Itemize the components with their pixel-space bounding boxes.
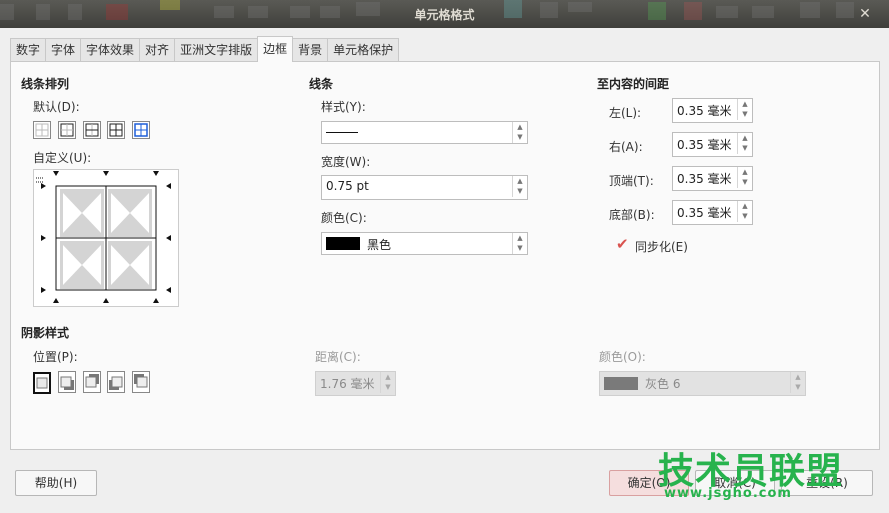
line-color-select-arrows[interactable]: ▲ ▼: [512, 233, 527, 254]
padding-bottom-field[interactable]: 0.35 毫米 ▲ ▼: [672, 200, 753, 225]
line-width-spinner[interactable]: ▲ ▼: [512, 176, 527, 197]
padding-right-field[interactable]: 0.35 毫米 ▲ ▼: [672, 132, 753, 157]
padding-left-field[interactable]: 0.35 毫米 ▲ ▼: [672, 98, 753, 123]
cancel-button[interactable]: 取消(C): [695, 470, 775, 496]
border-preview[interactable]: [33, 169, 179, 307]
padding-bottom-value: 0.35 毫米: [677, 206, 732, 220]
tab-borders[interactable]: 边框: [257, 36, 294, 62]
shadow-position-group: [33, 371, 153, 395]
shadow-distance-value: 1.76 毫米: [320, 377, 375, 391]
border-none-icon: [35, 123, 49, 137]
help-button[interactable]: 帮助(H): [15, 470, 97, 496]
shadow-top-right-button[interactable]: [82, 371, 101, 393]
line-title: 线条: [309, 77, 334, 91]
ok-button[interactable]: 确定(O): [609, 470, 689, 496]
shadow-bottom-left-icon: [109, 376, 123, 390]
preset-outer-button[interactable]: [57, 121, 76, 139]
padding-top-label: 顶端(T):: [609, 174, 654, 188]
line-width-value: 0.75 pt: [326, 179, 369, 193]
shadow-bottom-left-button[interactable]: [107, 371, 126, 393]
shadow-top-left-icon: [134, 374, 148, 388]
tab-bar: 数字 字体 字体效果 对齐 亚洲文字排版 边框 背景 单元格保护: [10, 36, 400, 62]
dialog-title: 单元格格式: [414, 8, 475, 22]
sync-label: 同步化(E): [635, 240, 688, 254]
tab-number[interactable]: 数字: [10, 38, 47, 61]
line-color-swatch: [326, 237, 360, 250]
line-arrangement-title: 线条排列: [21, 77, 70, 91]
line-style-select[interactable]: ▲ ▼: [321, 121, 528, 144]
default-label: 默认(D):: [33, 100, 80, 114]
padding-bottom-spinner[interactable]: ▲ ▼: [737, 201, 752, 222]
shadow-color-value: 灰色 6: [645, 377, 681, 391]
padding-left-label: 左(L):: [609, 106, 642, 120]
padding-left-spinner[interactable]: ▲ ▼: [737, 99, 752, 120]
line-width-label: 宽度(W):: [321, 155, 371, 169]
line-style-sample: [326, 132, 358, 133]
sync-checkbox[interactable]: ✔: [616, 235, 629, 253]
close-icon: ✕: [859, 6, 871, 22]
line-color-value: 黑色: [367, 238, 392, 252]
title-bar: 单元格格式 ✕: [0, 0, 889, 28]
padding-right-value: 0.35 毫米: [677, 138, 732, 152]
shadow-distance-spinner[interactable]: ▲ ▼: [380, 372, 395, 393]
preset-all-button[interactable]: [107, 121, 126, 139]
shadow-none-icon: [36, 377, 48, 389]
preset-group: [33, 121, 153, 142]
preset-outer-horizontal-button[interactable]: [82, 121, 101, 139]
borders-panel: 线条排列 默认(D): 自定义(U): 线条 样式(Y): ▲ ▼ 宽度(W):…: [10, 61, 880, 450]
padding-bottom-label: 底部(B):: [609, 208, 655, 222]
line-color-select[interactable]: 黑色 ▲ ▼: [321, 232, 528, 255]
shadow-title: 阴影样式: [21, 326, 70, 340]
preset-none-button[interactable]: [33, 121, 51, 139]
tab-asian-typography[interactable]: 亚洲文字排版: [174, 38, 259, 61]
reset-button[interactable]: 重设(R): [781, 470, 873, 496]
checkmark-icon: ✔: [616, 235, 629, 253]
shadow-position-label: 位置(P):: [33, 350, 78, 364]
tab-cell-protection[interactable]: 单元格保护: [327, 38, 400, 61]
padding-title: 至内容的间距: [597, 77, 670, 91]
padding-left-value: 0.35 毫米: [677, 104, 732, 118]
tab-background[interactable]: 背景: [292, 38, 329, 61]
tab-font-effects[interactable]: 字体效果: [80, 38, 141, 61]
line-width-field[interactable]: 0.75 pt ▲ ▼: [321, 175, 528, 200]
border-preview-canvas: [36, 171, 171, 303]
close-button[interactable]: ✕: [857, 6, 873, 22]
border-outer-inner-icon: [134, 123, 149, 137]
shadow-none-button[interactable]: [33, 372, 51, 394]
border-outer-icon: [60, 123, 74, 137]
padding-right-label: 右(A):: [609, 140, 643, 154]
shadow-top-left-button[interactable]: [132, 371, 151, 393]
shadow-bottom-right-button[interactable]: [57, 371, 76, 393]
shadow-color-select[interactable]: 灰色 6 ▲ ▼: [599, 371, 806, 396]
line-style-label: 样式(Y):: [321, 100, 366, 114]
shadow-top-right-icon: [85, 374, 99, 388]
line-color-label: 颜色(C):: [321, 211, 367, 225]
shadow-color-swatch: [604, 377, 638, 390]
padding-top-spinner[interactable]: ▲ ▼: [737, 167, 752, 188]
tab-alignment[interactable]: 对齐: [139, 38, 176, 61]
border-outer-horizontal-icon: [85, 123, 99, 137]
shadow-distance-label: 距离(C):: [315, 350, 361, 364]
padding-top-field[interactable]: 0.35 毫米 ▲ ▼: [672, 166, 753, 191]
padding-right-spinner[interactable]: ▲ ▼: [737, 133, 752, 154]
line-style-select-arrows[interactable]: ▲ ▼: [512, 122, 527, 143]
shadow-distance-field[interactable]: 1.76 毫米 ▲ ▼: [315, 371, 396, 396]
shadow-bottom-right-icon: [60, 376, 74, 390]
shadow-color-select-arrows[interactable]: ▲ ▼: [790, 372, 805, 393]
preset-outer-inner-button[interactable]: [132, 121, 151, 139]
border-all-icon: [109, 123, 123, 137]
user-defined-label: 自定义(U):: [33, 151, 92, 165]
tab-font[interactable]: 字体: [45, 38, 82, 61]
padding-top-value: 0.35 毫米: [677, 172, 732, 186]
shadow-color-label: 颜色(O):: [599, 350, 646, 364]
